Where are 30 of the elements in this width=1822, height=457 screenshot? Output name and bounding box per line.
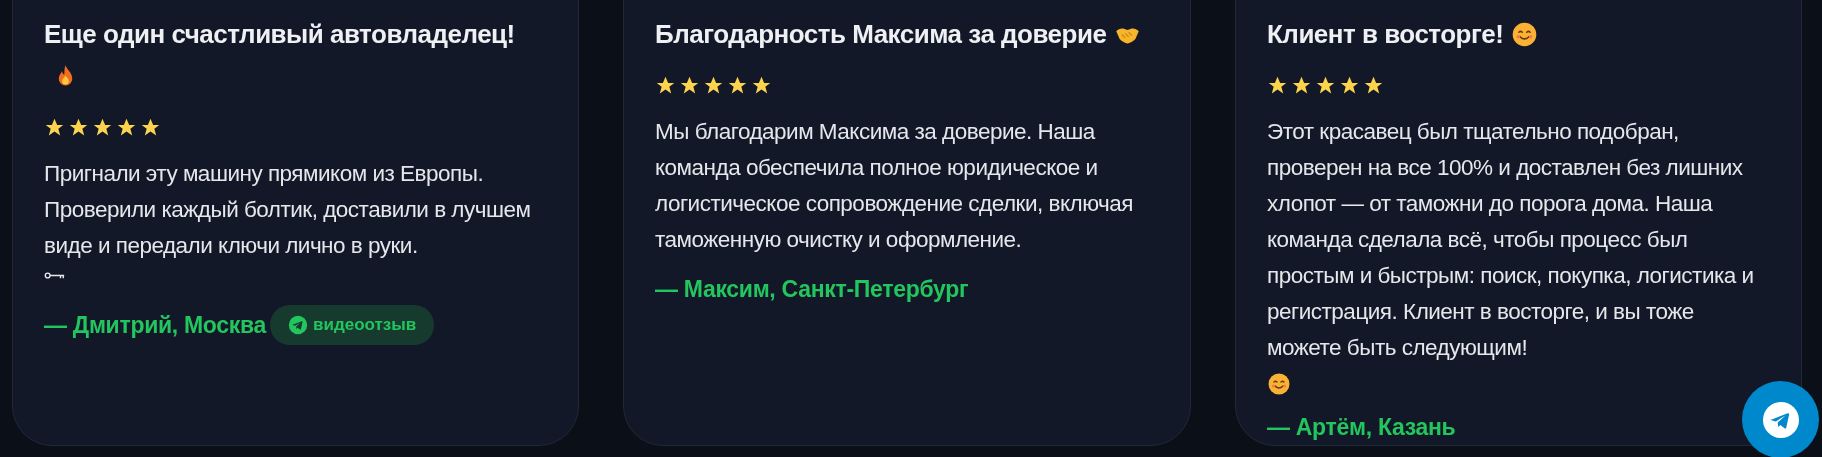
star-icon bbox=[679, 75, 700, 96]
review-text: Пригнали эту машину прямиком из Европы. Проверили каждый болтик, доставили в лучшем виде и передали ключи лично в руки. bbox=[44, 160, 532, 260]
star-icon bbox=[1291, 75, 1312, 96]
smiley-icon bbox=[1511, 21, 1539, 48]
review-title: Клиент в восторге! bbox=[1267, 19, 1504, 49]
review-author: — Дмитрий, Москва bbox=[44, 311, 267, 339]
star-icon bbox=[92, 117, 113, 138]
star-icon bbox=[703, 75, 724, 96]
key-icon bbox=[44, 270, 66, 281]
review-text: Этот красавец был тщательно подобран, проверен на все 100% и доставлен без лишних хлопот — от таможни до порога дома. Наша команда сделала всё, чтобы процесс был простым и быстрым: поиск, покупка, логистика и регистрация. Клиент в восторге, и вы тоже можете быть следующим! bbox=[1267, 118, 1755, 362]
smiley-icon bbox=[1267, 372, 1291, 396]
star-icon bbox=[1339, 75, 1360, 96]
video-review-link[interactable]: видеоотзыв bbox=[270, 305, 435, 345]
review-text: Мы благодарим Максима за доверие. Наша команда обеспечила полное юридическое и логистическое сопровождение сделки, включая таможенную очистку и оформление. bbox=[655, 118, 1134, 254]
star-icon bbox=[655, 75, 676, 96]
paper-plane-icon bbox=[1762, 401, 1799, 438]
star-icon bbox=[116, 117, 137, 138]
review-title: Благодарность Максима за доверие bbox=[655, 19, 1107, 49]
star-icon bbox=[140, 117, 161, 138]
star-icon bbox=[68, 117, 89, 138]
paper-plane-icon bbox=[288, 315, 309, 335]
star-icon bbox=[1363, 75, 1384, 96]
star-icon bbox=[44, 117, 65, 138]
star-icon bbox=[727, 75, 748, 96]
review-author: — Максим, Санкт-Петербург bbox=[655, 276, 969, 303]
review-author: — Артём, Казань bbox=[1267, 414, 1456, 441]
review-title: Еще один счастливый автовладелец! bbox=[44, 19, 515, 49]
star-icon bbox=[1267, 75, 1288, 96]
star-icon bbox=[751, 75, 772, 96]
star-icon bbox=[1315, 75, 1336, 96]
